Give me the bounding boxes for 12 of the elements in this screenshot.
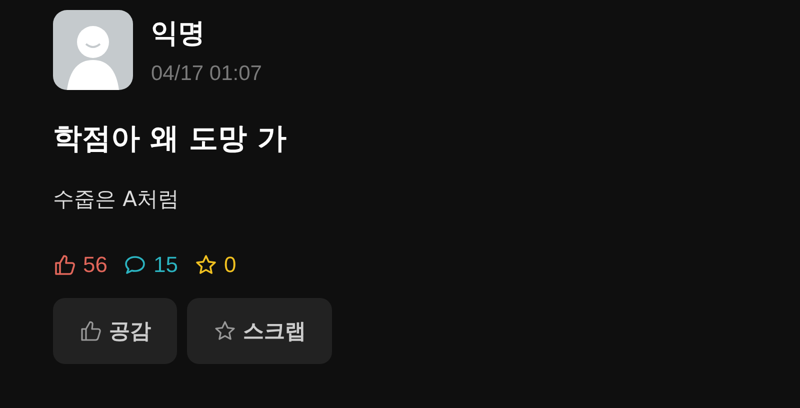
action-button[interactable]: 공감: [53, 298, 177, 364]
thumbs-up-icon: [79, 319, 103, 343]
post-title: 학점아 왜 도망 가: [53, 120, 288, 157]
post-time: 04/17 01:07: [151, 62, 262, 86]
stat-count: 0: [224, 252, 236, 278]
stat-count: 56: [83, 252, 108, 278]
action-button[interactable]: 스크랩: [187, 298, 332, 364]
avatar-icon: [53, 10, 133, 90]
author-name: 익명: [151, 17, 206, 51]
post-body: 수줍은 A처럼: [53, 186, 180, 213]
stat-count: 15: [153, 252, 178, 278]
star-icon: [213, 319, 237, 343]
